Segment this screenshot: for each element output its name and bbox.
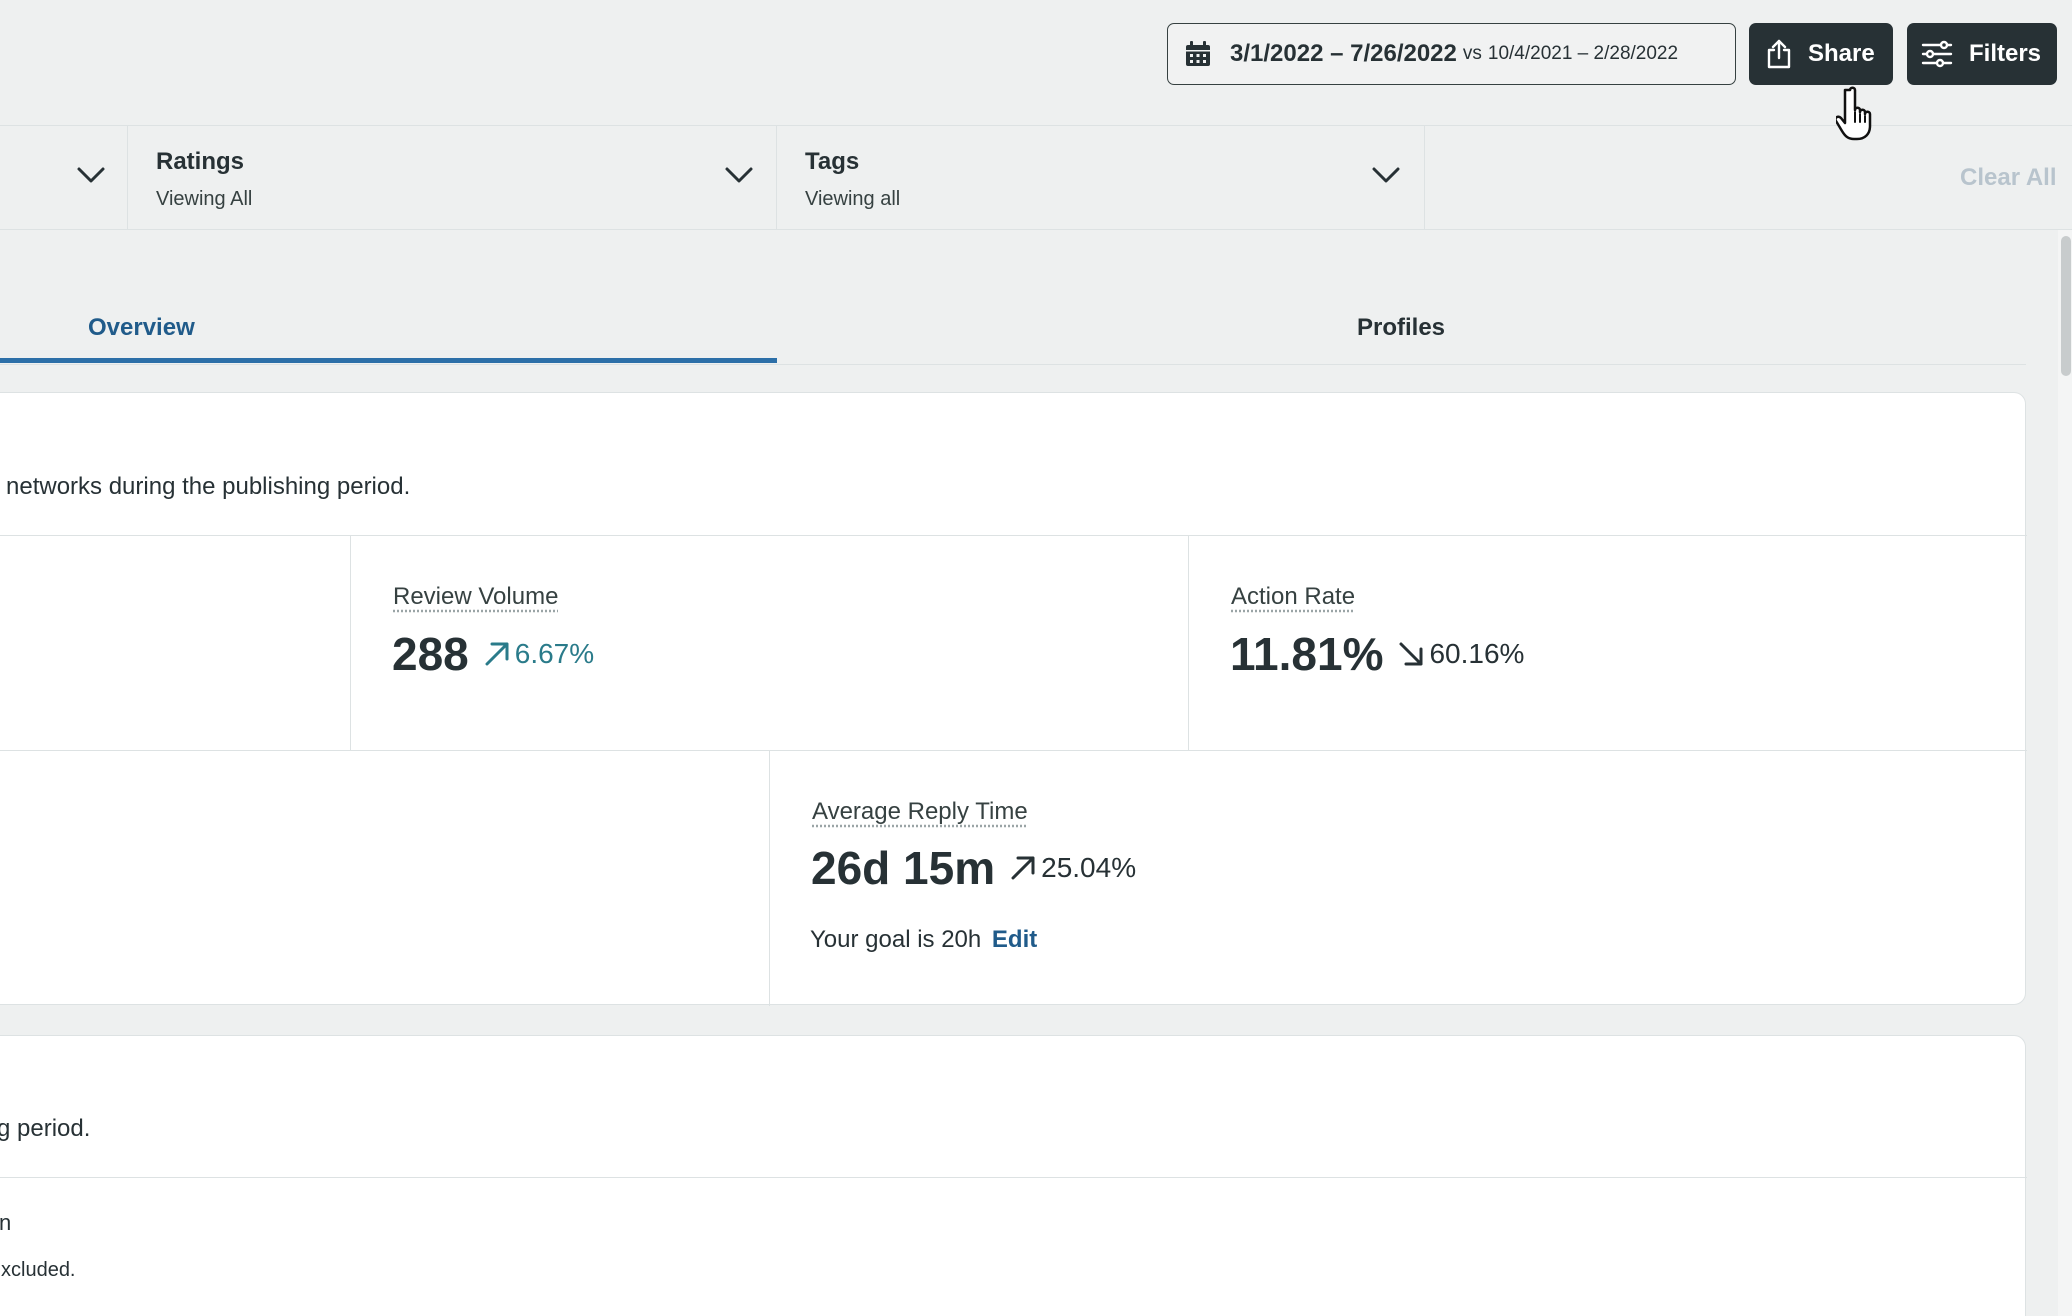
divider <box>1188 535 1189 750</box>
tab-overview[interactable]: Overview <box>88 314 195 342</box>
secondary-card: g period. n xcluded. <box>0 1035 2027 1316</box>
secondary-line-2: xcluded. <box>1 1259 76 1281</box>
date-range-picker[interactable]: 3/1/2022 – 7/26/2022 vs 10/4/2021 – 2/28… <box>1167 23 1736 85</box>
divider <box>769 750 770 1006</box>
filter-tags-value: Viewing all <box>805 188 901 210</box>
secondary-line-1: n <box>0 1210 12 1235</box>
active-tab-indicator <box>0 358 777 363</box>
filter-ratings-title: Ratings <box>156 148 245 175</box>
date-range-primary: 3/1/2022 – 7/26/2022 <box>1230 40 1457 67</box>
arrow-down-right-icon <box>1399 642 1423 666</box>
filters-button[interactable]: Filters <box>1907 23 2057 85</box>
filter-tags[interactable]: Tags Viewing all <box>777 126 1425 230</box>
filter-ratings-value: Viewing All <box>156 188 253 210</box>
calendar-icon <box>1186 41 1210 66</box>
divider <box>350 535 351 750</box>
date-range-compare: 10/4/2021 – 2/28/2022 <box>1487 43 1679 64</box>
avg-reply-time-change: 25.04% <box>1041 852 1137 883</box>
filters-button-label: Filters <box>1969 40 2042 67</box>
summary-card: networks during the publishing period. R… <box>0 392 2027 1006</box>
divider <box>0 535 2027 536</box>
summary-description: networks during the publishing period. <box>6 473 411 500</box>
filter-ratings[interactable]: Ratings Viewing All <box>128 126 777 230</box>
share-button[interactable]: Share <box>1749 23 1893 85</box>
reply-goal: Your goal is 20h Edit <box>810 926 1037 954</box>
arrow-up-right-icon <box>485 642 509 666</box>
tab-bar: Overview Profiles <box>0 230 2026 365</box>
chevron-down-icon <box>77 167 105 183</box>
review-volume-label[interactable]: Review Volume <box>393 583 558 611</box>
scrollbar-track[interactable] <box>2058 230 2072 1316</box>
clear-all-button[interactable]: Clear All <box>1960 164 2056 192</box>
top-header: 3/1/2022 – 7/26/2022 vs 10/4/2021 – 2/28… <box>0 0 2072 126</box>
filter-cell-hidden[interactable] <box>0 126 128 230</box>
filter-bar: Ratings Viewing All Tags Viewing all <box>0 126 2072 230</box>
review-volume-metric: 288 6.67% <box>392 627 594 681</box>
reply-goal-text: Your goal is 20h <box>810 926 982 953</box>
action-rate-label[interactable]: Action Rate <box>1231 583 1355 611</box>
chevron-down-icon <box>725 167 753 183</box>
sliders-icon <box>1921 40 1953 68</box>
date-range-compare-prefix: vs <box>1462 43 1482 64</box>
review-volume-value: 288 <box>392 628 469 680</box>
share-icon <box>1767 39 1791 69</box>
share-button-label: Share <box>1808 40 1875 67</box>
chevron-down-icon <box>1372 167 1400 183</box>
secondary-description: g period. <box>0 1115 91 1142</box>
action-rate-value: 11.81% <box>1230 628 1384 680</box>
divider <box>0 1177 2027 1178</box>
action-rate-metric: 11.81% 60.16% <box>1230 627 1524 681</box>
avg-reply-time-label[interactable]: Average Reply Time <box>812 798 1028 826</box>
arrow-up-right-icon <box>1011 856 1035 880</box>
scrollbar-thumb[interactable] <box>2061 236 2071 376</box>
tab-profiles[interactable]: Profiles <box>1357 314 1445 342</box>
edit-goal-link[interactable]: Edit <box>992 926 1037 953</box>
avg-reply-time-metric: 26d 15m 25.04% <box>811 841 1136 895</box>
action-rate-change: 60.16% <box>1429 638 1525 669</box>
divider <box>0 750 2027 751</box>
review-volume-change: 6.67% <box>514 638 595 669</box>
filter-tags-title: Tags <box>805 148 860 175</box>
avg-reply-time-value: 26d 15m <box>811 842 996 894</box>
